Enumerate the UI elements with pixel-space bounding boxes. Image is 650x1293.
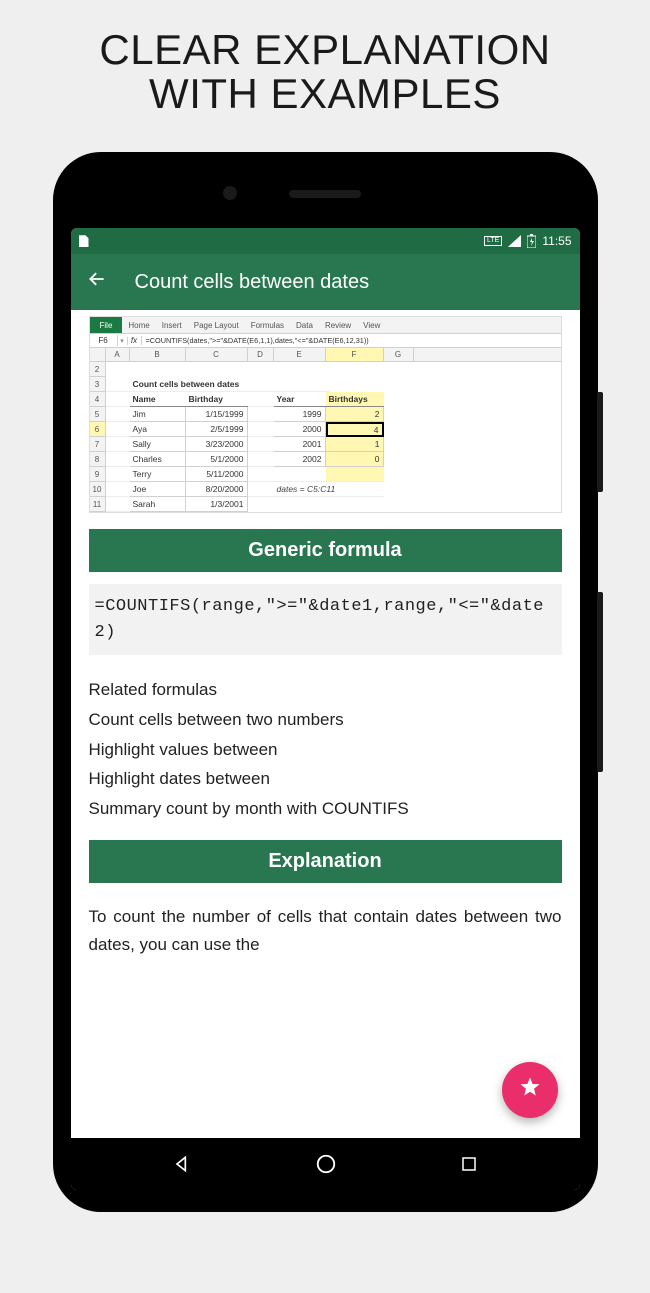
row-num: 9 — [90, 467, 106, 482]
related-item[interactable]: Highlight dates between — [89, 764, 562, 794]
col-F: F — [326, 348, 384, 361]
row-num: 11 — [90, 497, 106, 512]
formula-bar: F6 ▾ fx =COUNTIFS(dates,">="&DATE(E6,1,1… — [90, 333, 561, 348]
col-C: C — [186, 348, 248, 361]
phone-camera — [223, 186, 237, 200]
marketing-line1: CLEAR EXPLANATION — [20, 28, 630, 72]
marketing-heading: CLEAR EXPLANATION WITH EXAMPLES — [0, 0, 650, 134]
phone-side-button — [597, 592, 603, 772]
section-explanation: Explanation — [89, 840, 562, 883]
nav-home-icon[interactable] — [315, 1153, 337, 1175]
star-icon — [518, 1075, 542, 1106]
cell-count: 0 — [326, 452, 384, 467]
phone-speaker — [289, 190, 361, 198]
ribbon-tab-home: Home — [122, 321, 155, 330]
favorite-fab[interactable] — [502, 1062, 558, 1118]
cell-birthday: 8/20/2000 — [186, 482, 248, 497]
ribbon-tab-insert: Insert — [156, 321, 188, 330]
excel-screenshot: File Home Insert Page Layout Formulas Da… — [89, 316, 562, 513]
ribbon-tab-formulas: Formulas — [245, 321, 290, 330]
formula-text: =COUNTIFS(dates,">="&DATE(E6,1,1),dates,… — [142, 336, 561, 345]
android-nav-bar — [71, 1138, 580, 1190]
cell-birthday: 5/1/2000 — [186, 452, 248, 467]
row-num: 10 — [90, 482, 106, 497]
related-block: Related formulas Count cells between two… — [89, 675, 562, 824]
related-item[interactable]: Summary count by month with COUNTIFS — [89, 794, 562, 824]
namebox-dropdown-icon: ▾ — [118, 337, 128, 345]
sd-card-icon — [79, 235, 89, 247]
col-B: B — [130, 348, 186, 361]
status-bar: LTE 11:55 — [71, 228, 580, 254]
cell-year: 2000 — [274, 422, 326, 437]
phone-screen: LTE 11:55 Count cells between dates File — [71, 228, 580, 1190]
cell-name: Sally — [130, 437, 186, 452]
status-left — [79, 235, 89, 247]
hdr-year: Year — [274, 392, 326, 407]
ribbon-tab-view: View — [357, 321, 386, 330]
related-item[interactable]: Highlight values between — [89, 735, 562, 765]
related-item[interactable]: Count cells between two numbers — [89, 705, 562, 735]
ribbon-tab-review: Review — [319, 321, 357, 330]
battery-charging-icon — [527, 234, 536, 248]
row-num: 5 — [90, 407, 106, 422]
marketing-line2: WITH EXAMPLES — [20, 72, 630, 116]
status-time: 11:55 — [542, 234, 571, 248]
row-num: 4 — [90, 392, 106, 407]
nav-back-icon[interactable] — [172, 1154, 192, 1174]
ribbon-tab-pagelayout: Page Layout — [188, 321, 245, 330]
nav-recent-icon[interactable] — [460, 1155, 478, 1173]
range-note: dates = C5:C11 — [274, 482, 384, 497]
cell-birthday: 1/15/1999 — [186, 407, 248, 422]
cell-count-selected: 4 — [326, 422, 384, 437]
cell-year: 2002 — [274, 452, 326, 467]
sheet-grid: 2 3 Count cells between dates 4 Name Bir… — [90, 362, 561, 512]
signal-icon — [508, 235, 521, 247]
phone-side-button — [597, 392, 603, 492]
row-num: 7 — [90, 437, 106, 452]
col-D: D — [248, 348, 274, 361]
content-area[interactable]: File Home Insert Page Layout Formulas Da… — [71, 310, 580, 1138]
cell-name: Terry — [130, 467, 186, 482]
cell-birthday: 5/11/2000 — [186, 467, 248, 482]
cell-name: Joe — [130, 482, 186, 497]
phone-frame: LTE 11:55 Count cells between dates File — [53, 152, 598, 1212]
excel-ribbon: File Home Insert Page Layout Formulas Da… — [90, 317, 561, 333]
hdr-name: Name — [130, 392, 186, 407]
cell-count: 1 — [326, 437, 384, 452]
cell-name: Aya — [130, 422, 186, 437]
hdr-birthday: Birthday — [186, 392, 248, 407]
app-bar: Count cells between dates — [71, 254, 580, 310]
explanation-text: To count the number of cells that contai… — [89, 903, 562, 959]
cell-name: Sarah — [130, 497, 186, 512]
lte-badge: LTE — [484, 236, 502, 246]
cell-birthday: 1/3/2001 — [186, 497, 248, 512]
cell-name: Charles — [130, 452, 186, 467]
cell-name: Jim — [130, 407, 186, 422]
col-G: G — [384, 348, 414, 361]
row-num: 3 — [90, 377, 106, 392]
col-E: E — [274, 348, 326, 361]
ribbon-tab-data: Data — [290, 321, 319, 330]
cell-year: 1999 — [274, 407, 326, 422]
row-num: 6 — [90, 422, 106, 437]
row-num: 8 — [90, 452, 106, 467]
status-right: LTE 11:55 — [484, 234, 571, 248]
cell-birthday: 2/5/1999 — [186, 422, 248, 437]
column-headers: A B C D E F G — [90, 348, 561, 362]
sheet-title: Count cells between dates — [130, 377, 330, 392]
namebox: F6 — [90, 335, 118, 346]
section-generic-formula: Generic formula — [89, 529, 562, 572]
cell-birthday: 3/23/2000 — [186, 437, 248, 452]
app-bar-title: Count cells between dates — [135, 271, 370, 294]
related-heading: Related formulas — [89, 675, 562, 705]
cell-year: 2001 — [274, 437, 326, 452]
hdr-birthdays: Birthdays — [326, 392, 384, 407]
row-num: 2 — [90, 362, 106, 377]
back-button[interactable] — [87, 269, 107, 295]
ribbon-tab-file: File — [90, 317, 123, 333]
fx-label: fx — [128, 336, 142, 345]
cell-count: 2 — [326, 407, 384, 422]
formula-code: =COUNTIFS(range,">="&date1,range,"<="&da… — [89, 584, 562, 655]
col-A: A — [106, 348, 130, 361]
